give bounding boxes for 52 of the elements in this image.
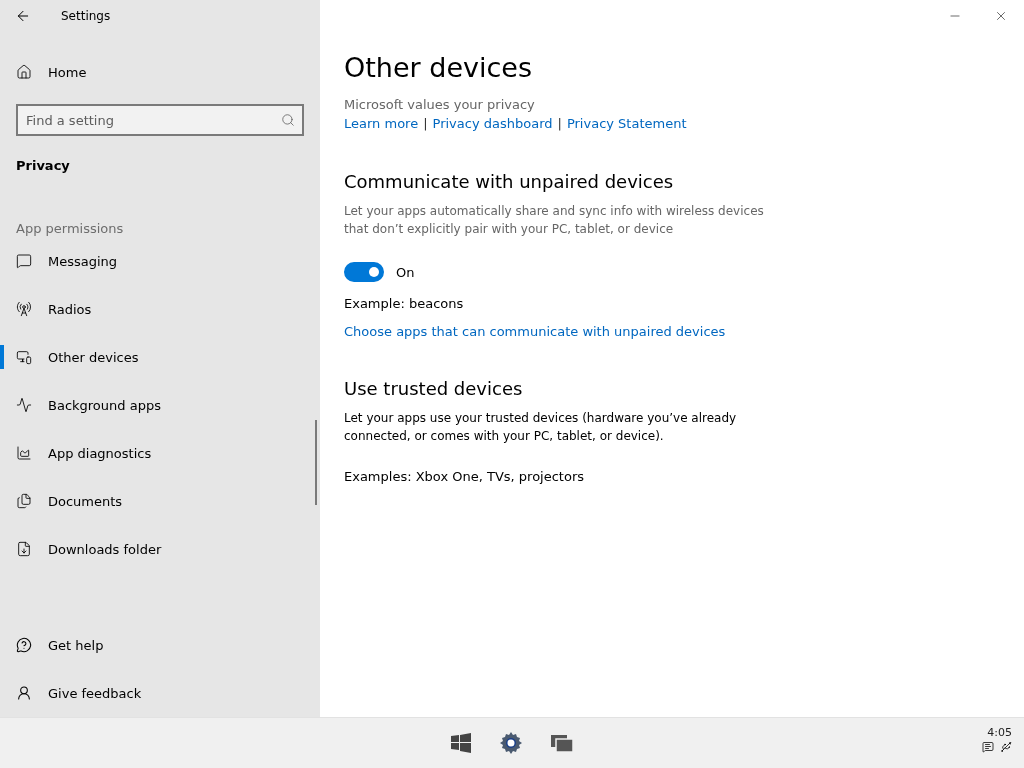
person-icon (16, 685, 32, 701)
privacy-link[interactable]: Privacy dashboard (432, 116, 553, 131)
search-icon (281, 113, 295, 127)
page-title: Other devices (344, 52, 533, 83)
nav-icon (16, 493, 32, 509)
help-icon (16, 637, 32, 653)
window-title: Settings (61, 9, 111, 23)
back-arrow-icon (15, 8, 31, 24)
toggle-switch[interactable] (344, 262, 384, 282)
section-description: Let your apps use your trusted devices (hardware you’ve already connected, or comes with your PC, tablet, or device). (344, 410, 738, 445)
windows-icon (451, 733, 471, 753)
home-link[interactable]: Home (0, 48, 320, 96)
section-heading: Privacy (16, 158, 71, 173)
section-description: Let your apps automatically share and sync info with wireless devices that don’t explicitly pair with your PC, tablet, or device (344, 203, 765, 238)
nav-icon (16, 397, 32, 413)
usb-icon[interactable] (1000, 741, 1012, 753)
feedback-link[interactable]: Give feedback (0, 669, 320, 717)
nav-icon (16, 541, 32, 557)
section-heading: Use trusted devices (344, 378, 524, 399)
nav-item[interactable]: Background apps (0, 381, 320, 429)
separator: | (557, 116, 562, 131)
nav-item[interactable]: Radios (0, 285, 320, 333)
privacy-note: Microsoft values your privacy (344, 97, 536, 112)
example-text: Example: beacons (344, 296, 465, 311)
section-heading: Communicate with unpaired devices (344, 171, 675, 192)
task-view-button[interactable] (551, 733, 573, 753)
scrollbar[interactable] (315, 420, 317, 505)
nav-item[interactable]: Downloads folder (0, 525, 320, 573)
toggle-label: On (396, 264, 415, 280)
gear-icon (499, 731, 523, 755)
separator: | (423, 116, 428, 131)
close-icon (994, 9, 1008, 23)
privacy-link[interactable]: Learn more (344, 116, 419, 131)
apps-link[interactable]: Choose apps that can communicate with unpaired devices (344, 324, 726, 339)
nav-icon (16, 349, 32, 365)
nav-item[interactable]: Documents (0, 477, 320, 525)
nav-icon (16, 301, 32, 317)
settings-taskbar-button[interactable] (499, 731, 523, 755)
home-icon (16, 64, 32, 80)
notifications-icon[interactable] (982, 741, 994, 753)
nav-item[interactable]: App diagnostics (0, 429, 320, 477)
nav-item[interactable]: Messaging (0, 237, 320, 285)
group-label: App permissions (16, 221, 125, 237)
task-view-icon (551, 733, 573, 753)
start-button[interactable] (451, 733, 471, 753)
nav-icon (16, 445, 32, 461)
privacy-link[interactable]: Privacy Statement (566, 116, 687, 131)
help-link[interactable]: Get help (0, 621, 320, 669)
example-text: Examples: Xbox One, TVs, projectors (344, 469, 586, 484)
search-field[interactable]: Find a setting (16, 104, 304, 136)
nav-icon (16, 253, 32, 269)
clock[interactable]: 4:05 (987, 726, 1012, 739)
